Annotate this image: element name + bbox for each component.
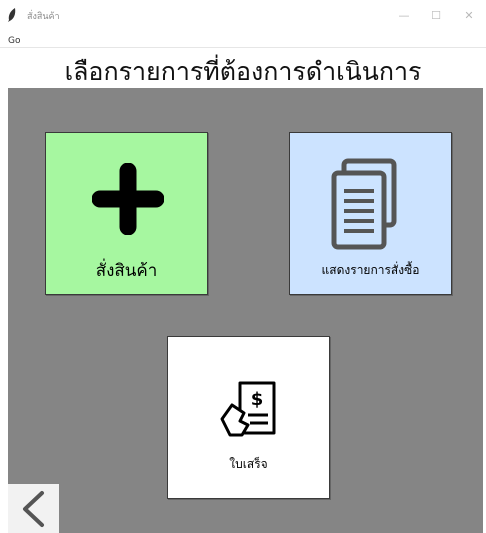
chevron-left-icon — [23, 491, 44, 527]
close-button[interactable]: ✕ — [463, 10, 475, 22]
feather-app-icon — [8, 8, 16, 22]
menubar-divider — [0, 47, 486, 48]
documents-icon — [331, 158, 397, 250]
svg-text:$: $ — [251, 389, 264, 410]
minimize-button[interactable]: — — [398, 10, 410, 22]
show-orders-button[interactable]: แสดงรายการสั่งซื้อ — [289, 132, 452, 295]
receipt-button[interactable]: $ ใบเสร็จ — [167, 336, 330, 499]
menu-go[interactable]: Go — [8, 36, 20, 46]
window-title: สั่งสินค้า — [27, 12, 60, 22]
order-products-button[interactable]: สั่งสินค้า — [45, 132, 208, 295]
receipt-label: ใบเสร็จ — [229, 457, 268, 471]
maximize-button[interactable]: ☐ — [430, 10, 442, 22]
show-orders-label: แสดงรายการสั่งซื้อ — [321, 263, 420, 277]
page-heading: เลือกรายการที่ต้องการดำเนินการ — [64, 57, 422, 86]
plus-icon — [92, 163, 164, 235]
back-button[interactable] — [8, 484, 59, 533]
order-products-label: สั่งสินค้า — [95, 261, 158, 281]
receipt-payment-icon: $ — [220, 381, 276, 437]
window-titlebar: สั่งสินค้า — ☐ ✕ — [0, 0, 486, 40]
